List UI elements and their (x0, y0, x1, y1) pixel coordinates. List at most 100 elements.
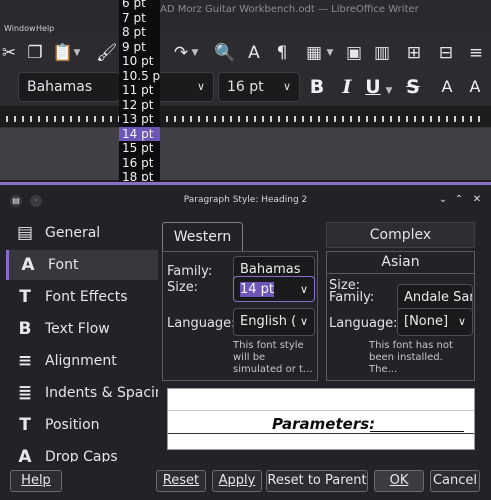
paste-icon[interactable]: 📋 (52, 42, 73, 64)
asian-family-label: Family: (329, 290, 375, 305)
font-size-option[interactable]: 11 pt (119, 83, 160, 98)
asian-family-value: Andale Sans (404, 290, 472, 305)
sidebar-item-font[interactable]: A Font (6, 250, 158, 280)
sidebar-item-label: Text Flow (45, 321, 110, 337)
apply-button[interactable]: Apply (212, 470, 262, 492)
strikethrough-button[interactable]: S (402, 74, 424, 100)
font-size-option[interactable]: 9 pt (119, 40, 160, 55)
western-language-field[interactable]: English ( ∨ (233, 308, 315, 336)
indents-spacing-icon: ≣ (17, 383, 33, 403)
redo-icon[interactable]: ↷ (172, 42, 190, 64)
western-size-field[interactable]: 14 pt ∨ (233, 276, 315, 302)
font-size-option[interactable]: 8 pt (119, 25, 160, 40)
font-name-combo-end[interactable]: ∨ (160, 72, 214, 102)
general-icon: ▤ (16, 223, 34, 243)
find-replace-icon[interactable]: 🔍 (214, 42, 235, 64)
menu-window[interactable]: Window (4, 24, 36, 33)
sidebar-item-label: Indents & Spacing (45, 385, 158, 401)
app-title: AD Morz Guitar Workbench.odt — LibreOffi… (160, 4, 419, 15)
subscript-icon[interactable]: A (464, 74, 486, 100)
insert-table-icon[interactable]: ▦ (304, 42, 324, 64)
chevron-down-icon[interactable]: ∨ (197, 73, 205, 101)
font-size-option[interactable]: 10 pt (119, 54, 160, 69)
superscript-icon[interactable]: A (436, 74, 458, 100)
horizontal-ruler[interactable] (0, 106, 491, 128)
table-dropdown-icon[interactable]: ▼ (325, 42, 335, 64)
font-size-dropdown-list[interactable]: 6 pt7 pt8 pt9 pt10 pt10.5 pt11 pt12 pt13… (119, 0, 160, 181)
close-icon[interactable]: ✕ (470, 193, 484, 207)
font-preview: Parameters: (167, 388, 475, 450)
chevron-down-icon[interactable]: ∨ (300, 309, 308, 335)
reset-to-parent-button[interactable]: Reset to Parent (266, 470, 368, 492)
preview-text: Parameters: (272, 415, 376, 433)
field-icon[interactable]: ≡ (466, 42, 486, 64)
font-size-option[interactable]: 14 pt (119, 126, 160, 141)
insert-image-icon[interactable]: ▣ (344, 42, 364, 64)
asian-font-note: This font has not been installed. The... (369, 340, 453, 375)
menu-help[interactable]: Help (36, 24, 54, 33)
cancel-button[interactable]: Cancel (430, 470, 480, 492)
position-icon: T (19, 415, 31, 435)
insert-chart-icon[interactable]: ▥ (372, 42, 392, 64)
sidebar-item-alignment[interactable]: ≡ Alignment (6, 346, 158, 376)
tab-western[interactable]: Western (162, 222, 243, 252)
page-break-icon[interactable]: ⊟ (436, 42, 456, 64)
italic-button[interactable]: I (336, 74, 358, 100)
font-name-value: Bahamas (27, 79, 93, 95)
font-size-option[interactable]: 16 pt (119, 156, 160, 171)
underline-button[interactable]: U (362, 74, 384, 100)
western-font-panel: Family: Bahamas Size: 14 pt ∨ Language: … (162, 251, 318, 381)
font-size-option[interactable]: 15 pt (119, 141, 160, 156)
sidebar-item-label: Alignment (45, 353, 117, 369)
sidebar-item-general[interactable]: ▤ General (6, 218, 158, 248)
sidebar-item-drop-caps[interactable]: A Drop Caps (6, 442, 158, 462)
tab-complex[interactable]: Complex (326, 222, 475, 248)
help-button[interactable]: Help (10, 470, 62, 492)
reset-button[interactable]: Reset (156, 470, 206, 492)
sidebar-item-label: Font Effects (45, 289, 128, 305)
chevron-down-icon[interactable]: ∨ (283, 73, 291, 101)
formatting-marks-icon[interactable]: ¶ (272, 42, 292, 64)
western-family-value: Bahamas (240, 262, 301, 277)
underline-dropdown-icon[interactable]: ▼ (384, 80, 394, 102)
asian-language-field[interactable]: [None] ∨ (397, 308, 473, 336)
clone-formatting-icon[interactable]: 🖌 (96, 42, 118, 64)
font-size-option[interactable]: 18 pt (119, 170, 160, 181)
paste-dropdown-icon[interactable]: ▼ (72, 42, 82, 64)
menubar: Window Help (0, 22, 491, 36)
font-size-combo[interactable]: 16 pt ∨ (218, 72, 300, 102)
text-box-icon[interactable]: ⊞ (404, 42, 424, 64)
formatting-toolbar: Bahamas ∨ 16 pt ∨ B I U ▼ S A A (0, 70, 491, 106)
sidebar-item-indents-spacing[interactable]: ≣ Indents & Spacing (6, 378, 158, 408)
chevron-down-icon[interactable]: ∨ (300, 277, 308, 301)
bold-button[interactable]: B (306, 74, 328, 100)
dialog-sidebar: ▤ General A Font T Font Effects B Text Flow ≡ Ali… (4, 218, 158, 462)
font-name-combo[interactable]: Bahamas (18, 72, 120, 102)
chevron-up-icon[interactable]: ⌃ (452, 193, 466, 207)
dialog-title: Paragraph Style: Heading 2 (183, 195, 308, 205)
asian-header: Asian (327, 252, 474, 274)
spelling-icon[interactable]: A (244, 42, 264, 64)
sidebar-item-position[interactable]: T Position (6, 410, 158, 440)
sidebar-item-font-effects[interactable]: T Font Effects (6, 282, 158, 312)
asian-language-value: [None] (404, 314, 449, 329)
western-font-note: This font style will be simulated or t..… (233, 340, 313, 375)
sidebar-item-label: Font (48, 257, 79, 273)
font-size-option[interactable]: 6 pt (119, 0, 160, 11)
font-size-option[interactable]: 13 pt (119, 112, 160, 127)
font-effects-icon: T (19, 287, 31, 307)
font-size-option[interactable]: 7 pt (119, 11, 160, 26)
font-size-option[interactable]: 12 pt (119, 98, 160, 113)
chevron-down-icon[interactable]: ⌄ (436, 193, 450, 207)
redo-dropdown-icon[interactable]: ▼ (190, 42, 200, 64)
western-language-value: English ( (240, 314, 297, 329)
asian-language-label: Language: (329, 316, 398, 331)
copy-icon[interactable]: ❐ (26, 42, 44, 64)
font-size-option[interactable]: 10.5 pt (119, 69, 160, 84)
sidebar-item-text-flow[interactable]: B Text Flow (6, 314, 158, 344)
cut-icon[interactable]: ✂ (0, 42, 18, 64)
font-icon: A (21, 255, 35, 275)
western-family-label: Family: (167, 264, 213, 279)
chevron-down-icon[interactable]: ∨ (458, 309, 466, 335)
ok-button[interactable]: OK (374, 470, 424, 492)
